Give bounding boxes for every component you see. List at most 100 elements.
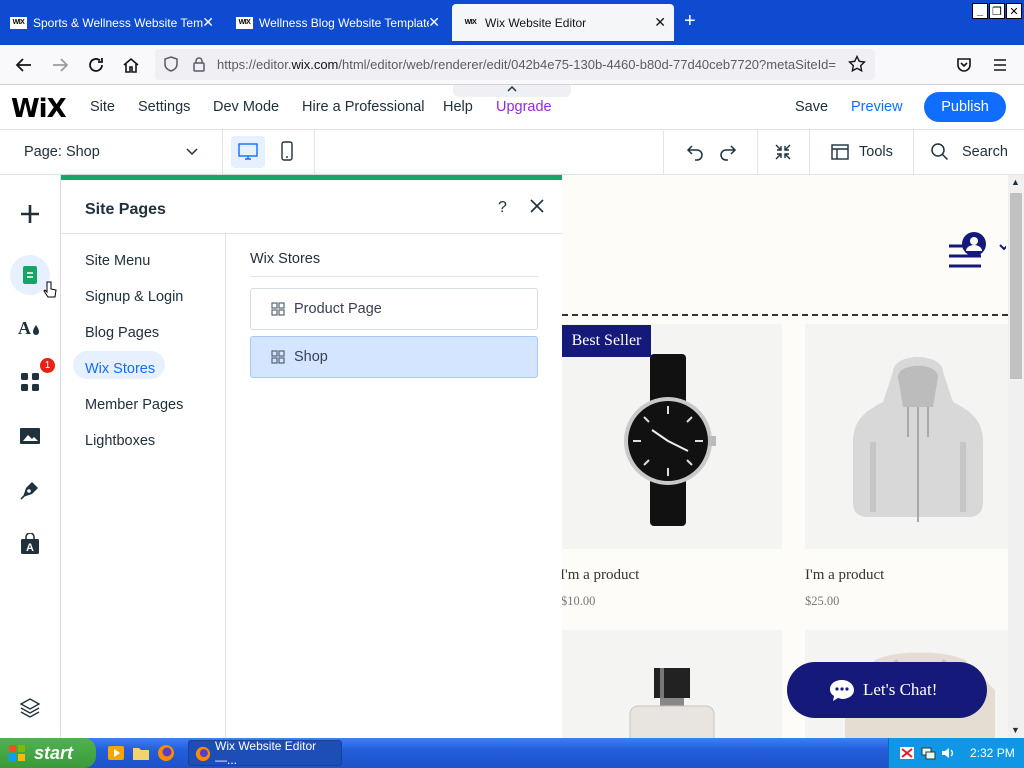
close-icon[interactable] bbox=[530, 197, 544, 218]
search-icon[interactable] bbox=[930, 142, 950, 162]
category-lightboxes[interactable]: Lightboxes bbox=[85, 433, 155, 449]
app-market-bag-icon[interactable]: A bbox=[18, 532, 42, 556]
menu-settings[interactable]: Settings bbox=[138, 99, 190, 115]
close-window-icon[interactable]: ✕ bbox=[1006, 3, 1022, 19]
search-button[interactable]: Search bbox=[962, 144, 1008, 160]
desktop-icon bbox=[238, 143, 258, 160]
divider bbox=[61, 233, 562, 234]
tab-wix-editor[interactable]: WIX Wix Website Editor ✕ bbox=[452, 4, 674, 41]
firefox-icon[interactable] bbox=[157, 744, 175, 762]
new-tab-plus-icon[interactable]: + bbox=[684, 10, 696, 33]
product-name[interactable]: I'm a product bbox=[805, 567, 884, 584]
redo-icon[interactable] bbox=[718, 142, 738, 162]
svg-text:A: A bbox=[26, 542, 34, 554]
collapse-topbar-tab[interactable] bbox=[453, 85, 571, 97]
lets-chat-button[interactable]: Let's Chat! bbox=[787, 662, 987, 718]
left-tool-rail: A 1 A bbox=[0, 175, 61, 738]
taskbar-item-wix-editor[interactable]: Wix Website Editor —... bbox=[188, 739, 342, 767]
menu-site[interactable]: Site bbox=[90, 99, 115, 115]
page-label: Page: bbox=[24, 144, 62, 160]
forward-arrow-icon[interactable] bbox=[50, 55, 70, 75]
vertical-scrollbar[interactable]: ▲ ▼ bbox=[1008, 175, 1024, 738]
reload-icon[interactable] bbox=[86, 55, 106, 75]
save-button[interactable]: Save bbox=[795, 99, 828, 115]
add-elements-plus-icon[interactable] bbox=[18, 202, 42, 226]
close-tab-icon[interactable]: ✕ bbox=[428, 14, 440, 31]
scrollbar-thumb[interactable] bbox=[1010, 193, 1022, 379]
url-domain: wix.com bbox=[291, 57, 339, 72]
windows-flag-icon bbox=[9, 745, 25, 761]
product-card-hoodie[interactable] bbox=[805, 324, 1008, 549]
product-price: $10.00 bbox=[562, 594, 596, 608]
shield-icon[interactable] bbox=[161, 54, 181, 74]
page-item-label: Shop bbox=[294, 349, 328, 365]
bookmark-star-icon[interactable] bbox=[847, 54, 867, 74]
undo-icon[interactable] bbox=[685, 142, 705, 162]
hamburger-menu-icon[interactable] bbox=[990, 55, 1010, 75]
minimize-window-icon[interactable]: _ bbox=[972, 3, 988, 19]
close-tab-icon[interactable]: ✕ bbox=[654, 14, 666, 31]
member-menu-icon[interactable] bbox=[948, 232, 1008, 275]
tab-sports-wellness[interactable]: WIX Sports & Wellness Website Template ✕ bbox=[0, 4, 222, 41]
category-site-menu[interactable]: Site Menu bbox=[85, 253, 150, 269]
menu-hire-professional[interactable]: Hire a Professional bbox=[302, 99, 425, 115]
scroll-down-arrow-icon[interactable]: ▼ bbox=[1011, 725, 1020, 735]
product-price: $25.00 bbox=[805, 594, 840, 608]
product-card-perfume[interactable] bbox=[562, 630, 782, 738]
pages-icon[interactable] bbox=[18, 263, 42, 287]
category-blog-pages[interactable]: Blog Pages bbox=[85, 325, 159, 341]
wix-favicon-icon: WIX bbox=[10, 16, 27, 29]
menu-upgrade[interactable]: Upgrade bbox=[496, 99, 552, 115]
url-text: https://editor.wix.com/html/editor/web/r… bbox=[217, 57, 837, 72]
mobile-view-button[interactable] bbox=[278, 140, 296, 165]
home-icon[interactable] bbox=[121, 55, 141, 75]
volume-icon[interactable] bbox=[940, 745, 956, 761]
preview-button[interactable]: Preview bbox=[851, 99, 903, 115]
url-prefix: https://editor. bbox=[217, 57, 292, 72]
tab-wellness-blog[interactable]: WIX Wellness Blog Website Template | W ✕ bbox=[226, 4, 448, 41]
divider bbox=[913, 130, 914, 175]
chat-label: Let's Chat! bbox=[863, 680, 938, 699]
scroll-up-arrow-icon[interactable]: ▲ bbox=[1011, 177, 1020, 187]
apps-grid-icon[interactable] bbox=[18, 370, 42, 394]
address-bar[interactable]: https://editor.wix.com/html/editor/web/r… bbox=[155, 49, 875, 80]
folder-icon[interactable] bbox=[132, 744, 150, 762]
layers-icon[interactable] bbox=[18, 696, 42, 720]
page-value: Shop bbox=[65, 144, 100, 160]
desktop-view-button[interactable] bbox=[231, 136, 265, 168]
start-button[interactable]: start bbox=[0, 738, 96, 768]
menu-dev-mode[interactable]: Dev Mode bbox=[213, 99, 279, 115]
lock-icon[interactable] bbox=[189, 54, 209, 74]
wix-favicon-icon: WIX bbox=[462, 16, 479, 29]
design-theme-icon[interactable]: A bbox=[18, 316, 42, 340]
network-icon[interactable] bbox=[920, 745, 936, 761]
wix-top-bar: WiX Site Settings Dev Mode Hire a Profes… bbox=[0, 85, 1024, 130]
product-card-watch[interactable] bbox=[562, 324, 782, 549]
back-arrow-icon[interactable] bbox=[14, 55, 34, 75]
category-member-pages[interactable]: Member Pages bbox=[85, 397, 183, 413]
publish-button[interactable]: Publish bbox=[924, 92, 1006, 122]
divider bbox=[222, 130, 223, 175]
menu-help[interactable]: Help bbox=[443, 99, 473, 115]
pocket-icon[interactable] bbox=[954, 55, 974, 75]
product-name[interactable]: I'm a product bbox=[562, 567, 639, 584]
page-selector[interactable]: Page: Shop bbox=[24, 144, 100, 160]
site-canvas[interactable]: Best Seller I'm a product $10.00 I'm a p… bbox=[562, 175, 1008, 738]
category-signup-login[interactable]: Signup & Login bbox=[85, 289, 183, 305]
pen-blog-icon[interactable] bbox=[18, 478, 42, 502]
tools-button[interactable]: Tools bbox=[859, 144, 893, 160]
mobile-icon bbox=[281, 141, 293, 161]
page-item-shop[interactable]: Shop bbox=[250, 336, 538, 378]
category-wix-stores[interactable]: Wix Stores bbox=[85, 361, 155, 377]
restore-window-icon[interactable]: ❐ bbox=[989, 3, 1005, 19]
close-tab-icon[interactable]: ✕ bbox=[202, 14, 214, 31]
help-icon[interactable]: ? bbox=[498, 199, 507, 217]
media-player-icon[interactable] bbox=[107, 744, 125, 762]
wix-logo[interactable]: WiX bbox=[11, 94, 67, 124]
tools-icon[interactable] bbox=[830, 142, 850, 162]
media-image-icon[interactable] bbox=[18, 424, 42, 448]
security-alert-icon[interactable] bbox=[899, 745, 915, 761]
chevron-down-icon[interactable] bbox=[185, 144, 199, 161]
page-item-product-page[interactable]: Product Page bbox=[250, 288, 538, 330]
zoom-out-icon[interactable] bbox=[773, 142, 793, 162]
